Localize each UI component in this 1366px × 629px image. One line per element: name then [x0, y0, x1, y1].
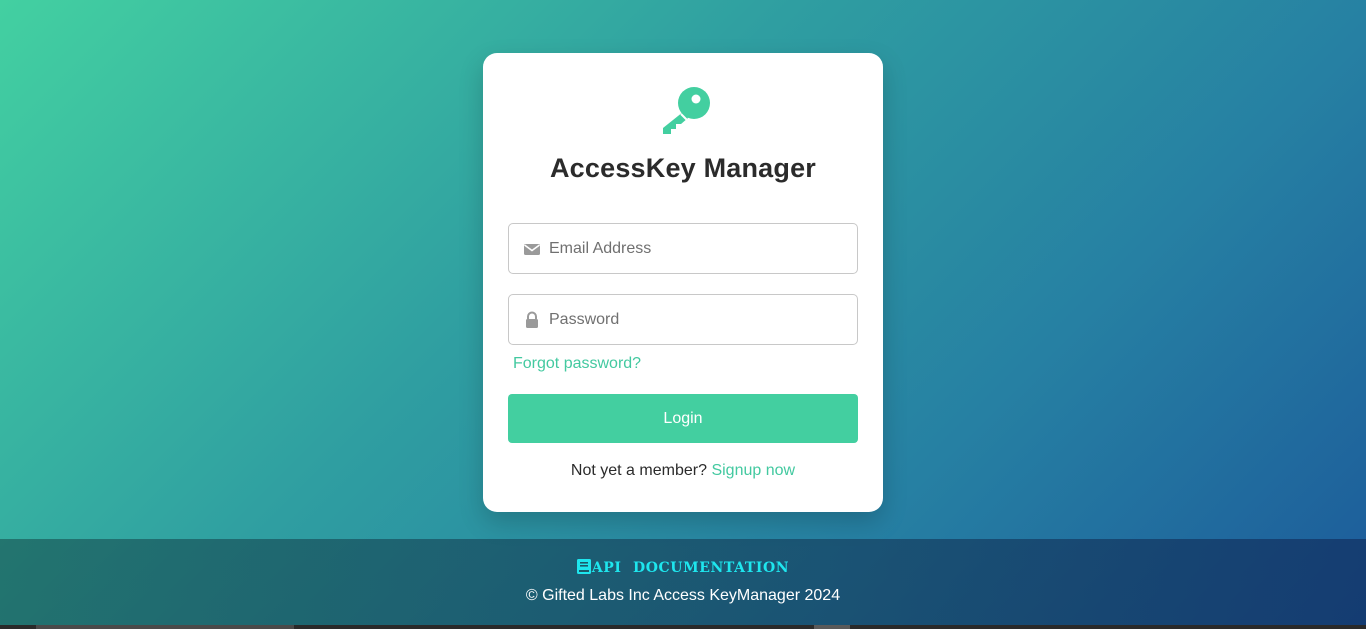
- api-documentation-link[interactable]: API DOCUMENTATION: [0, 559, 1366, 576]
- bottom-strip: [0, 625, 1366, 629]
- password-field[interactable]: [508, 294, 858, 345]
- page-background: AccessKey Manager Forgot password? Login…: [0, 0, 1366, 539]
- forgot-password-link[interactable]: Forgot password?: [513, 355, 641, 373]
- lock-icon: [526, 311, 538, 328]
- login-button[interactable]: Login: [508, 394, 858, 443]
- signup-prompt: Not yet a member?: [570, 462, 707, 479]
- app-title: AccessKey Manager: [549, 153, 817, 183]
- signup-link[interactable]: Signup now: [711, 462, 795, 479]
- email-field[interactable]: [508, 223, 858, 274]
- footer: API DOCUMENTATION © Gifted Labs Inc Acce…: [0, 539, 1366, 625]
- signup-row: Not yet a member? Signup now: [483, 462, 883, 480]
- api-documentation-label: API DOCUMENTATION: [591, 560, 790, 576]
- login-card: AccessKey Manager Forgot password? Login…: [483, 53, 883, 512]
- book-icon: [576, 559, 591, 574]
- email-input[interactable]: [549, 224, 849, 273]
- envelope-icon: [524, 244, 540, 255]
- copyright-text: © Gifted Labs Inc Access KeyManager 2024: [525, 587, 841, 604]
- bottom-strip-segment: [814, 625, 850, 629]
- key-icon: [663, 87, 710, 134]
- password-input[interactable]: [549, 295, 849, 344]
- bottom-strip-segment: [36, 625, 294, 629]
